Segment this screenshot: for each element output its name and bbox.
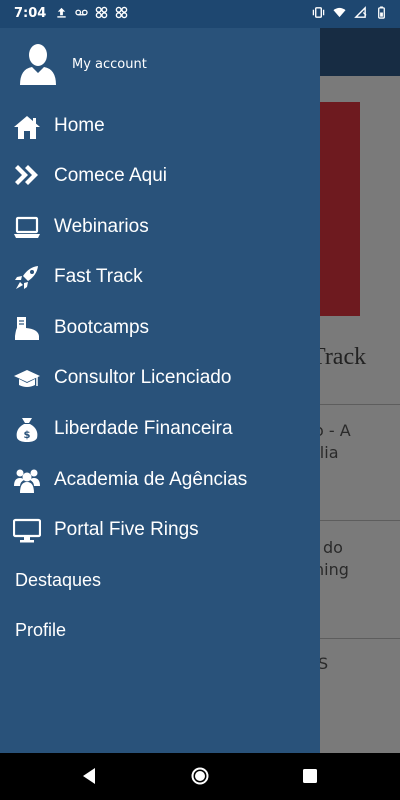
home-button[interactable]: [190, 766, 210, 786]
status-bar: 7:04: [0, 0, 400, 28]
home-icon: [14, 116, 40, 139]
vibrate-icon: [312, 7, 325, 18]
divider: [320, 638, 400, 639]
recents-button[interactable]: [300, 766, 320, 786]
upload-icon: [57, 7, 66, 18]
menu-item-portal-five-rings[interactable]: Portal Five Rings: [0, 506, 320, 556]
menu-item-label: Academia de Agências: [54, 469, 248, 490]
avatar-icon: [20, 44, 56, 85]
menu-item-label: Destaques: [15, 570, 102, 590]
background-text: do: [323, 538, 343, 557]
background-text: S: [320, 654, 329, 673]
battery-icon: [378, 6, 385, 19]
menu-item-academia-de-agencias[interactable]: Academia de Agências: [0, 456, 320, 506]
divider: [320, 404, 400, 405]
menu-item-destaques[interactable]: Destaques: [0, 558, 320, 604]
menu-item-label: Liberdade Financeira: [54, 418, 233, 439]
background-heading: Track: [320, 344, 367, 370]
background-toolbar: [320, 28, 400, 76]
menu-item-liberdade-financeira[interactable]: $ Liberdade Financeira: [0, 405, 320, 455]
navigation-drawer: My account Home Comece Aqui Webinarios F…: [0, 28, 320, 753]
svg-text:$: $: [24, 430, 31, 441]
app-notification-icon: [115, 6, 128, 19]
menu-item-home[interactable]: Home: [0, 102, 320, 152]
menu-item-profile[interactable]: Profile: [0, 608, 320, 654]
menu-item-label: Home: [54, 115, 105, 136]
boot-icon: [15, 317, 39, 340]
divider: [320, 520, 400, 521]
background-content: Track o - A alia do ning S: [320, 28, 400, 753]
double-chevron-right-icon: [15, 165, 38, 185]
menu-item-fast-track[interactable]: Fast Track: [0, 253, 320, 303]
rocket-icon: [15, 266, 38, 289]
menu-item-label: Webinarios: [54, 216, 149, 237]
my-account-label: My account: [72, 57, 147, 72]
menu-item-webinarios[interactable]: Webinarios: [0, 203, 320, 253]
back-button[interactable]: [80, 766, 100, 786]
status-time: 7:04: [14, 6, 47, 21]
desktop-icon: [13, 518, 41, 543]
menu-item-label: Consultor Licenciado: [54, 367, 232, 388]
background-text: o - A: [320, 421, 351, 440]
menu-item-label: Comece Aqui: [54, 165, 168, 186]
money-bag-icon: $: [16, 418, 38, 442]
account-header[interactable]: My account: [0, 28, 320, 98]
menu-item-label: Portal Five Rings: [54, 519, 199, 540]
system-navigation-bar: [0, 753, 400, 800]
menu-item-label: Profile: [15, 620, 67, 640]
no-sim-icon: [354, 6, 367, 18]
menu-item-label: Bootcamps: [54, 317, 150, 338]
voicemail-icon: [75, 9, 88, 16]
background-banner: [320, 102, 360, 316]
menu-item-label: Fast Track: [54, 266, 143, 287]
app-notification-icon: [95, 6, 108, 19]
graduation-cap-icon: [14, 370, 40, 387]
menu-item-consultor-licenciado[interactable]: Consultor Licenciado: [0, 354, 320, 404]
laptop-icon: [14, 216, 40, 238]
users-icon: [14, 469, 40, 493]
background-text: alia: [320, 443, 339, 462]
background-text: ning: [320, 560, 349, 579]
menu-item-bootcamps[interactable]: Bootcamps: [0, 304, 320, 354]
menu-item-comece-aqui[interactable]: Comece Aqui: [0, 152, 320, 202]
wifi-icon: [333, 7, 346, 18]
